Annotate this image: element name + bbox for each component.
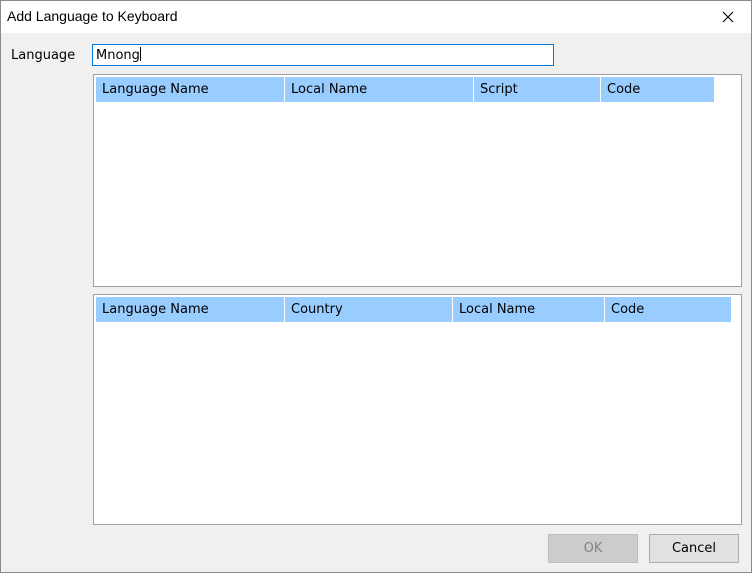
- column-header-language-name[interactable]: Language Name: [96, 297, 285, 322]
- language-input-value: Mnong: [96, 48, 140, 63]
- column-header-script[interactable]: Script: [474, 77, 601, 102]
- column-header-language-name[interactable]: Language Name: [96, 77, 285, 102]
- language-locale-header: Language Name Country Local Name Code: [96, 297, 731, 322]
- column-header-local-name[interactable]: Local Name: [285, 77, 474, 102]
- add-language-dialog: Add Language to Keyboard Language Mnong …: [0, 0, 752, 573]
- language-search-input[interactable]: Mnong: [92, 44, 554, 66]
- close-icon: [722, 11, 734, 23]
- title-bar: Add Language to Keyboard: [1, 1, 751, 33]
- column-header-code[interactable]: Code: [605, 297, 731, 322]
- language-label: Language: [11, 48, 76, 63]
- text-caret: [139, 47, 141, 61]
- column-header-code[interactable]: Code: [601, 77, 714, 102]
- column-header-country[interactable]: Country: [285, 297, 453, 322]
- close-button[interactable]: [705, 1, 751, 33]
- language-results-grid[interactable]: Language Name Local Name Script Code: [93, 74, 742, 287]
- language-locale-grid[interactable]: Language Name Country Local Name Code: [93, 294, 742, 525]
- column-header-local-name[interactable]: Local Name: [453, 297, 605, 322]
- dialog-title: Add Language to Keyboard: [7, 8, 178, 24]
- cancel-button[interactable]: Cancel: [649, 534, 739, 563]
- language-results-header: Language Name Local Name Script Code: [96, 77, 714, 102]
- ok-button[interactable]: OK: [548, 534, 638, 563]
